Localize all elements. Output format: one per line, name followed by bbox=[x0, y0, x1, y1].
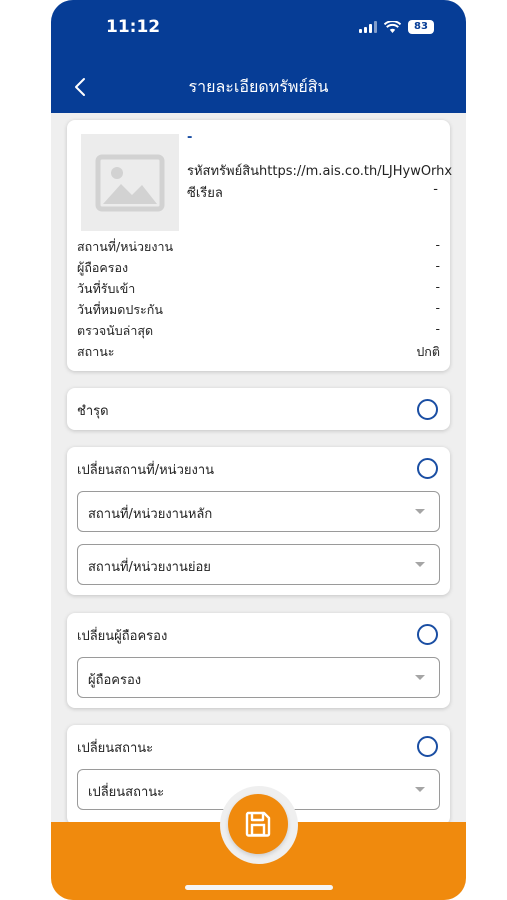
info-row-holder: ผู้ถือครอง - bbox=[77, 258, 440, 278]
asset-image bbox=[81, 134, 179, 231]
status-icons: 83 bbox=[359, 20, 434, 34]
asset-name: - bbox=[187, 130, 193, 145]
chevron-down-icon bbox=[415, 562, 425, 567]
sub-location-select-text: สถานที่/หน่วยงานย่อย bbox=[88, 560, 211, 575]
info-value: - bbox=[435, 321, 440, 336]
change-location-radio[interactable] bbox=[417, 458, 438, 479]
info-label: วันที่หมดประกัน bbox=[77, 302, 163, 317]
info-label: วันที่รับเข้า bbox=[77, 281, 136, 296]
info-value: - bbox=[435, 258, 440, 273]
asset-info-card: - รหัสทรัพย์สินhttps://m.ais.co.th/LJHyw… bbox=[67, 120, 453, 371]
page-title: รายละเอียดทรัพย์สิน bbox=[188, 77, 329, 96]
app-header: 11:12 83 รายละเอียดทรัพย์สิน bbox=[51, 0, 466, 113]
chevron-down-icon bbox=[415, 675, 425, 680]
main-location-select[interactable]: สถานที่/หน่วยงานหลัก bbox=[77, 491, 440, 532]
signal-icon bbox=[359, 21, 377, 33]
sub-location-select[interactable]: สถานที่/หน่วยงานย่อย bbox=[77, 544, 440, 585]
battery-icon: 83 bbox=[408, 20, 434, 34]
change-status-radio[interactable] bbox=[417, 736, 438, 757]
wifi-icon bbox=[384, 21, 401, 33]
holder-select[interactable]: ผู้ถือครอง bbox=[77, 657, 440, 698]
info-label: ตรวจนับล่าสุด bbox=[77, 323, 154, 338]
change-status-title: เปลี่ยนสถานะ bbox=[77, 741, 154, 756]
damaged-radio[interactable] bbox=[417, 399, 438, 420]
home-indicator bbox=[185, 885, 333, 890]
serial-value: - bbox=[433, 182, 438, 197]
info-row-status: สถานะ ปกติ bbox=[77, 342, 440, 362]
serial-label: ซีเรียล bbox=[187, 186, 223, 201]
phone-screen: 11:12 83 รายละเอียดทรัพย์สิน - รหัสทรัพย… bbox=[51, 0, 466, 900]
damaged-title: ชำรุด bbox=[77, 404, 109, 419]
info-value: - bbox=[435, 279, 440, 294]
damaged-card[interactable]: ชำรุด bbox=[67, 388, 450, 430]
asset-code: รหัสทรัพย์สินhttps://m.ais.co.th/LJHywOr… bbox=[187, 164, 453, 179]
holder-select-text: ผู้ถือครอง bbox=[88, 673, 142, 688]
chevron-down-icon bbox=[415, 787, 425, 792]
info-value: ปกติ bbox=[416, 344, 440, 359]
info-value: - bbox=[435, 237, 440, 252]
change-holder-card: เปลี่ยนผู้ถือครอง ผู้ถือครอง bbox=[67, 613, 450, 708]
change-location-card: เปลี่ยนสถานที่/หน่วยงาน สถานที่/หน่วยงาน… bbox=[67, 447, 450, 595]
info-label: ผู้ถือครอง bbox=[77, 260, 129, 275]
save-button[interactable] bbox=[228, 794, 288, 854]
info-row-last-count: ตรวจนับล่าสุด - bbox=[77, 321, 440, 341]
info-value: - bbox=[435, 300, 440, 315]
status-time: 11:12 bbox=[106, 17, 161, 37]
image-placeholder-icon bbox=[95, 154, 165, 211]
save-icon bbox=[245, 811, 271, 837]
main-location-select-text: สถานที่/หน่วยงานหลัก bbox=[88, 507, 213, 522]
change-location-title: เปลี่ยนสถานที่/หน่วยงาน bbox=[77, 463, 215, 478]
info-row-location: สถานที่/หน่วยงาน - bbox=[77, 237, 440, 257]
info-label: สถานะ bbox=[77, 344, 115, 359]
info-row-warranty-expiry: วันที่หมดประกัน - bbox=[77, 300, 440, 320]
info-row-received-date: วันที่รับเข้า - bbox=[77, 279, 440, 299]
chevron-down-icon bbox=[415, 509, 425, 514]
change-holder-radio[interactable] bbox=[417, 624, 438, 645]
change-holder-title: เปลี่ยนผู้ถือครอง bbox=[77, 629, 168, 644]
info-label: สถานที่/หน่วยงาน bbox=[77, 239, 174, 254]
status-select-text: เปลี่ยนสถานะ bbox=[88, 785, 165, 800]
